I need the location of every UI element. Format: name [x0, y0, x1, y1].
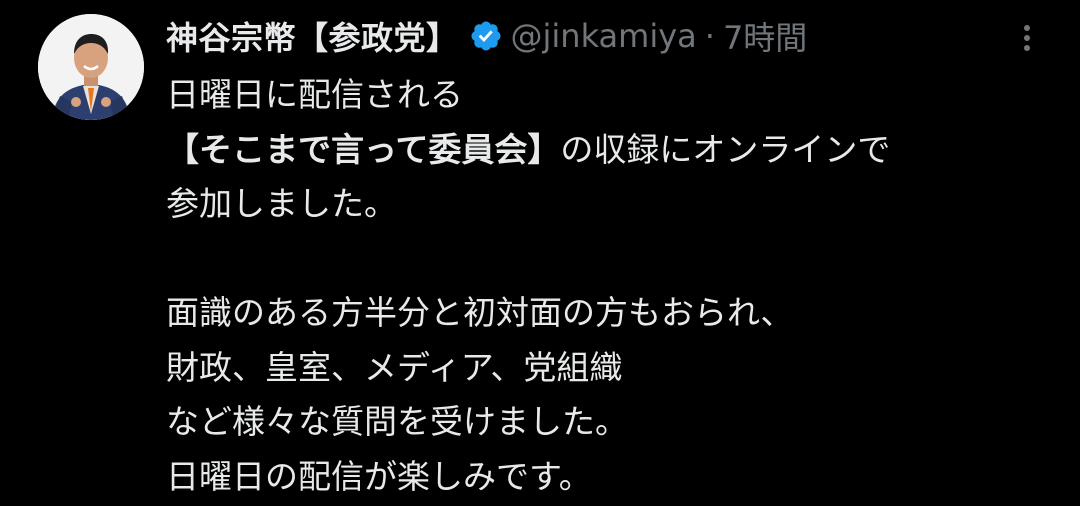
- program-title: 【そこまで言って委員会】: [166, 129, 561, 169]
- tweet-line-text: 面識のある方半分と初対面の方もおられ、: [166, 293, 794, 332]
- tweet-line: 財政、皇室、メディア、党組織: [166, 341, 1056, 396]
- tweet-line: 日曜日の配信が楽しみです。: [166, 450, 1056, 505]
- tweet[interactable]: 神谷宗幣【参政党】 @jinkamiya · 7時間 日曜日に配信される 【そこ…: [0, 0, 1080, 506]
- verified-badge-icon: [469, 19, 503, 53]
- avatar-image: [38, 14, 144, 120]
- tweet-timestamp[interactable]: 7時間: [723, 13, 807, 59]
- tweet-line-text: 財政、皇室、メディア、党組織: [166, 347, 623, 387]
- tweet-line-text: など様々な質問を受けました。: [166, 402, 628, 441]
- tweet-line: 日曜日に配信される: [166, 68, 1056, 123]
- tweet-line: 参加しました。: [166, 177, 1056, 232]
- tweet-line: 面識のある方半分と初対面の方もおられ、: [166, 286, 1056, 341]
- separator-dot: ·: [704, 17, 715, 55]
- tweet-header: 神谷宗幣【参政党】 @jinkamiya · 7時間: [166, 10, 807, 62]
- avatar[interactable]: [38, 14, 144, 120]
- author-name[interactable]: 神谷宗幣【参政党】: [166, 13, 459, 59]
- tweet-line-text: 参加しました。: [166, 184, 397, 223]
- author-handle[interactable]: @jinkamiya: [511, 17, 697, 55]
- more-vertical-icon: [1024, 25, 1030, 51]
- tweet-line-text: 日曜日に配信される: [166, 75, 463, 114]
- tweet-line: など様々な質問を受けました。: [166, 395, 1056, 450]
- tweet-line-text: 日曜日の配信が楽しみです。: [166, 456, 592, 496]
- tweet-line-text: の収録にオンラインで: [560, 129, 891, 169]
- tweet-line: 【そこまで言って委員会】の収録にオンラインで: [166, 123, 1056, 178]
- tweet-text: 日曜日に配信される 【そこまで言って委員会】の収録にオンラインで 参加しました。…: [166, 68, 1056, 504]
- more-options-button[interactable]: [1010, 18, 1044, 58]
